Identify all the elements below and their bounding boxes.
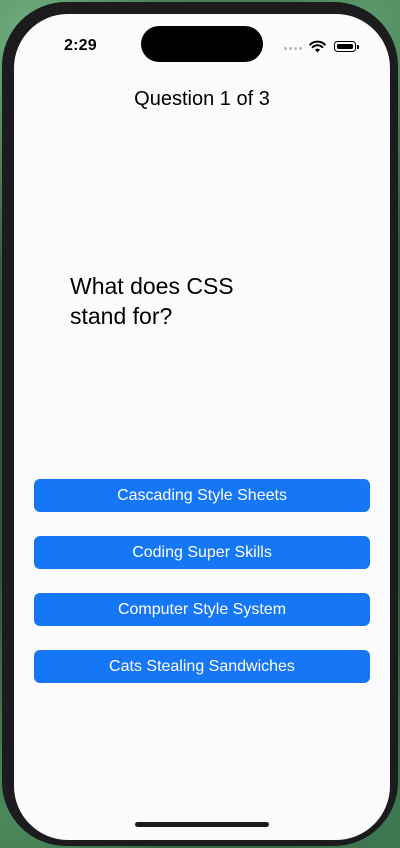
dynamic-island bbox=[141, 26, 263, 62]
answer-list: Cascading Style Sheets Coding Super Skil… bbox=[34, 479, 370, 707]
device-frame: 2:29 Question 1 of 3 What does CSS stand… bbox=[2, 2, 398, 846]
answer-button-4[interactable]: Cats Stealing Sandwiches bbox=[34, 650, 370, 683]
battery-icon bbox=[334, 41, 359, 52]
wifi-icon bbox=[309, 40, 326, 53]
answer-button-1[interactable]: Cascading Style Sheets bbox=[34, 479, 370, 512]
answer-button-2[interactable]: Coding Super Skills bbox=[34, 536, 370, 569]
status-bar: 2:29 bbox=[14, 14, 390, 74]
page-title: Question 1 of 3 bbox=[134, 88, 270, 110]
question-text: What does CSS stand for? bbox=[70, 273, 234, 329]
answer-button-3[interactable]: Computer Style System bbox=[34, 593, 370, 626]
app-screen: 2:29 Question 1 of 3 What does CSS stand… bbox=[14, 14, 390, 840]
signal-dots-icon bbox=[284, 47, 304, 51]
home-indicator[interactable] bbox=[135, 822, 269, 827]
status-time: 2:29 bbox=[64, 37, 97, 54]
